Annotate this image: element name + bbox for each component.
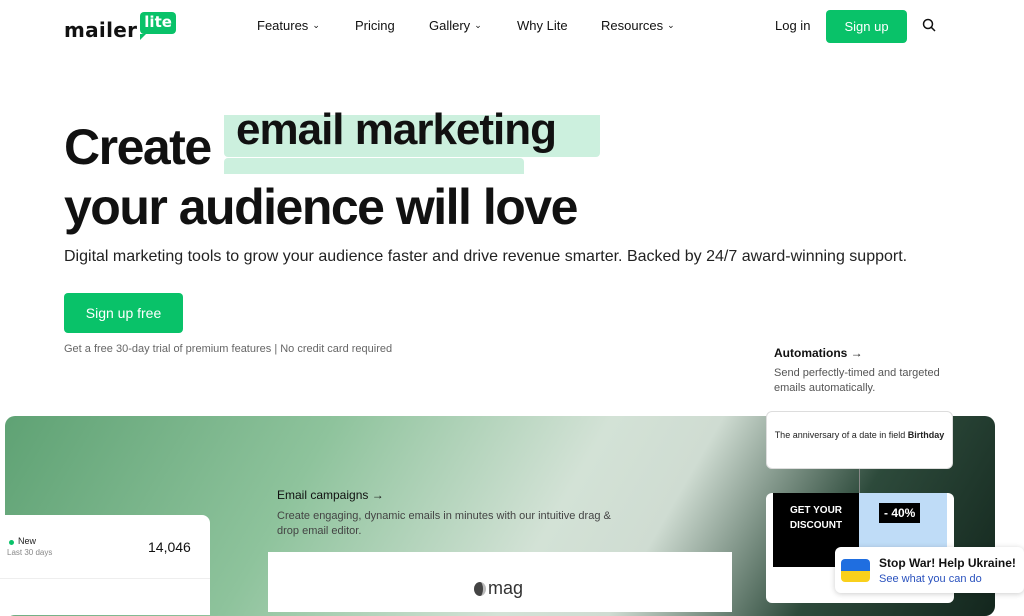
nav-label: Why Lite — [517, 18, 568, 33]
ukraine-banner[interactable]: Stop War! Help Ukraine! See what you can… — [835, 547, 1024, 593]
top-nav: mailer lite Features ⌄ Pricing Gallery ⌄ W… — [0, 0, 1024, 52]
logo-badge: lite — [140, 12, 176, 40]
login-link[interactable]: Log in — [775, 18, 810, 33]
automations-desc: Send perfectly-timed and targeted emails… — [774, 367, 940, 394]
stat-label: New — [18, 536, 37, 546]
search-icon[interactable] — [922, 18, 936, 32]
chevron-down-icon: ⌄ — [312, 20, 320, 30]
moon-icon — [474, 581, 486, 596]
email-campaigns-desc: Create engaging, dynamic emails in minut… — [277, 510, 611, 538]
ukraine-flag-icon — [841, 559, 870, 582]
chevron-down-icon: ⌄ — [474, 20, 482, 30]
nav-label: Gallery — [429, 18, 471, 33]
hero-subtitle: Digital marketing tools to grow your aud… — [64, 248, 908, 265]
trial-note: Get a free 30-day trial of premium featu… — [64, 343, 393, 355]
signup-free-button[interactable]: Sign up free — [64, 293, 183, 333]
signup-button[interactable]: Sign up — [826, 10, 907, 43]
connector-line — [859, 469, 860, 493]
headline-highlight-next — [224, 158, 524, 174]
nav-why-lite[interactable]: Why Lite — [517, 18, 568, 33]
banner-link[interactable]: See what you can do — [879, 573, 982, 585]
automations-link[interactable]: Automations → — [774, 346, 964, 360]
stat-value: 14,046 — [148, 539, 191, 555]
automations-feature: Automations → Send perfectly-timed and t… — [774, 346, 964, 396]
nav-label: Features — [257, 18, 309, 33]
logo-word: mailer — [64, 18, 138, 42]
status-dot-icon — [9, 540, 14, 545]
email-campaigns-feature: Email campaigns → Create engaging, dynam… — [277, 488, 617, 540]
automation-trigger-card: The anniversary of a date in field Birth… — [766, 411, 953, 469]
email-campaigns-link[interactable]: Email campaigns → — [277, 488, 617, 502]
nav-pricing[interactable]: Pricing — [355, 18, 395, 33]
stat-period: Last 30 days — [7, 548, 53, 557]
brand-name: mag — [488, 578, 524, 598]
stats-card — [0, 515, 210, 615]
headline-line2: your audience will love — [64, 179, 578, 235]
nav-gallery[interactable]: Gallery ⌄ — [429, 18, 482, 33]
trigger-text: The anniversary of a date in field — [774, 430, 906, 440]
mailerlite-logo[interactable]: mailer lite — [64, 12, 176, 42]
discount-percent: - 40% — [879, 503, 921, 523]
headline-line1: Create — [64, 119, 212, 175]
nav-label: Pricing — [355, 18, 395, 33]
nav-features[interactable]: Features ⌄ — [257, 18, 320, 33]
nav-label: Resources — [601, 18, 664, 33]
trigger-field: Birthday — [907, 430, 945, 440]
mag-logo: mag — [474, 578, 523, 599]
nav-resources[interactable]: Resources ⌄ — [601, 18, 675, 33]
chevron-down-icon: ⌄ — [667, 20, 675, 30]
headline-rotating-word: email marketing — [236, 108, 557, 154]
banner-title: Stop War! Help Ukraine! — [879, 556, 1016, 570]
divider — [0, 578, 210, 579]
